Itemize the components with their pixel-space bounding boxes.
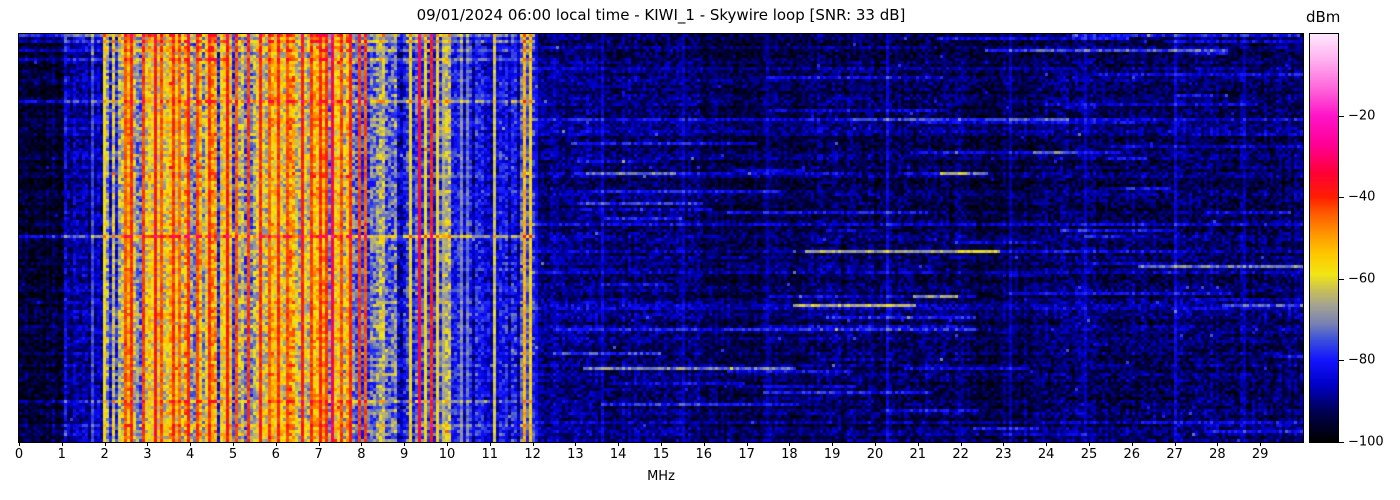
x-tick-mark bbox=[1217, 442, 1219, 446]
colorbar-tick-mark bbox=[1339, 442, 1344, 443]
x-tick-mark bbox=[703, 442, 705, 446]
x-tick-label: 2 bbox=[100, 447, 109, 462]
colorbar-tick-mark bbox=[1339, 197, 1344, 199]
x-tick-mark bbox=[1046, 442, 1048, 446]
x-tick-label: 0 bbox=[14, 447, 24, 462]
x-tick-label: 10 bbox=[438, 447, 456, 462]
x-tick-mark bbox=[575, 442, 577, 446]
x-tick-mark bbox=[1174, 442, 1176, 446]
x-tick-label: 15 bbox=[652, 447, 670, 462]
x-tick-mark bbox=[1260, 442, 1262, 446]
x-tick-label: 1 bbox=[57, 447, 66, 462]
x-tick-mark bbox=[489, 442, 491, 446]
x-tick-label: 27 bbox=[1166, 447, 1183, 462]
x-tick-label: 12 bbox=[524, 447, 541, 462]
x-tick-mark bbox=[917, 442, 919, 446]
x-tick-mark bbox=[318, 442, 320, 446]
x-tick-mark bbox=[61, 442, 63, 446]
x-tick-mark bbox=[190, 442, 192, 446]
x-tick-mark bbox=[404, 442, 406, 446]
x-tick-label: 11 bbox=[481, 447, 499, 462]
x-tick-mark bbox=[1089, 442, 1090, 446]
x-tick-label: 6 bbox=[271, 447, 280, 462]
x-tick-label: 14 bbox=[609, 447, 627, 462]
x-tick-label: 29 bbox=[1251, 447, 1269, 462]
x-tick-mark bbox=[1003, 442, 1005, 446]
x-tick-mark bbox=[233, 442, 234, 446]
x-tick-mark bbox=[147, 442, 149, 446]
x-tick-label: 20 bbox=[866, 447, 884, 462]
colorbar-label: dBm bbox=[1306, 8, 1341, 26]
x-tick-mark bbox=[275, 442, 277, 446]
x-tick-label: 28 bbox=[1209, 447, 1226, 462]
figure-title: 09/01/2024 06:00 local time - KIWI_1 - S… bbox=[416, 6, 906, 24]
x-tick-mark bbox=[1131, 442, 1133, 446]
colorbar-tick-label: −100 bbox=[1348, 434, 1384, 450]
x-tick-label: 24 bbox=[1037, 447, 1055, 462]
x-tick-mark bbox=[532, 442, 534, 446]
x-tick-label: 21 bbox=[909, 447, 927, 462]
x-axis-title: MHz bbox=[647, 469, 675, 484]
colorbar-tick-label: −20 bbox=[1348, 108, 1376, 124]
x-tick-label: 9 bbox=[400, 447, 409, 462]
x-tick-label: 8 bbox=[357, 447, 366, 462]
x-tick-label: 7 bbox=[314, 447, 323, 462]
x-tick-label: 5 bbox=[228, 447, 238, 462]
spectrogram-canvas bbox=[18, 33, 1304, 443]
colorbar-tick-label: −80 bbox=[1348, 352, 1376, 368]
x-tick-mark bbox=[19, 442, 20, 446]
x-tick-label: 4 bbox=[186, 447, 195, 462]
x-tick-label: 19 bbox=[823, 447, 841, 462]
x-tick-mark bbox=[447, 442, 448, 446]
x-tick-label: 25 bbox=[1080, 447, 1098, 462]
x-tick-mark bbox=[832, 442, 834, 446]
x-tick-label: 17 bbox=[738, 447, 755, 462]
x-tick-mark bbox=[361, 442, 363, 446]
x-tick-mark bbox=[960, 442, 962, 446]
x-tick-mark bbox=[618, 442, 620, 446]
x-tick-mark bbox=[746, 442, 748, 446]
x-tick-mark bbox=[789, 442, 791, 446]
x-tick-mark bbox=[875, 442, 876, 446]
x-tick-label: 23 bbox=[995, 447, 1012, 462]
colorbar-tick-label: −60 bbox=[1348, 271, 1376, 287]
colorbar-tick-mark bbox=[1339, 115, 1344, 117]
spectrogram-figure: 09/01/2024 06:00 local time - KIWI_1 - S… bbox=[0, 0, 1400, 500]
x-tick-label: 22 bbox=[952, 447, 969, 462]
colorbar-tick-mark bbox=[1339, 278, 1344, 280]
x-tick-mark bbox=[661, 442, 662, 446]
x-tick-label: 3 bbox=[143, 447, 152, 462]
colorbar-tick-mark bbox=[1339, 360, 1344, 362]
x-tick-label: 18 bbox=[781, 447, 798, 462]
colorbar-tick-label: −40 bbox=[1348, 189, 1376, 205]
colorbar-canvas bbox=[1309, 33, 1339, 443]
x-tick-label: 13 bbox=[567, 447, 584, 462]
x-tick-mark bbox=[104, 442, 106, 446]
x-tick-label: 16 bbox=[695, 447, 713, 462]
x-tick-label: 26 bbox=[1123, 447, 1141, 462]
